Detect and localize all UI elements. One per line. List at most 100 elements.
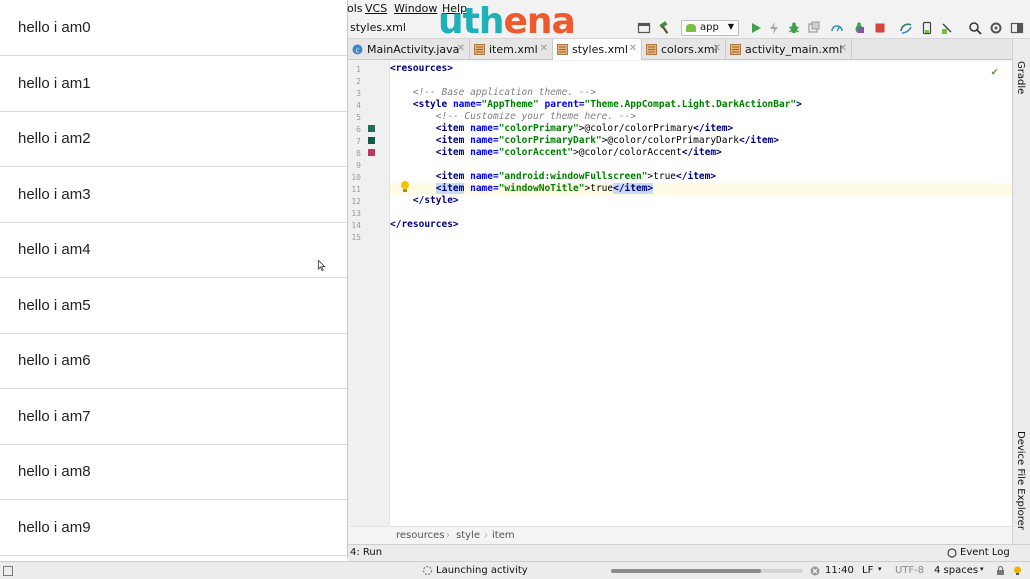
chevron-down-icon: ▾ <box>878 565 882 573</box>
list-item-text: hello i am2 <box>18 130 91 147</box>
menu-tools[interactable]: ols <box>347 2 363 15</box>
menu-vcs[interactable]: VCS <box>365 2 387 15</box>
cancel-task-icon[interactable] <box>810 566 820 576</box>
breadcrumb-separator: › <box>484 530 488 541</box>
line-number: 12 <box>351 197 361 206</box>
tab-label: colors.xml <box>661 43 718 56</box>
breadcrumb-item[interactable]: item <box>492 530 515 541</box>
code-line: <!-- Base application theme. --> <box>412 87 596 98</box>
tab-styles-xml[interactable]: styles.xml ✕ <box>553 39 642 60</box>
avd-manager-icon[interactable] <box>920 21 934 35</box>
close-icon[interactable]: ✕ <box>839 43 847 54</box>
color-accent-swatch[interactable] <box>368 149 375 156</box>
line-number: 2 <box>356 77 361 86</box>
editor-tab-bar: c MainActivity.java ✕ item.xml ✕ styles.… <box>348 39 1012 60</box>
file-encoding[interactable]: UTF-8 <box>895 565 924 576</box>
layout-panel-icon[interactable] <box>1010 21 1024 35</box>
run-config-select[interactable]: app ▼ <box>681 20 739 36</box>
sync-gradle-icon[interactable] <box>899 21 913 35</box>
coverage-icon[interactable] <box>852 21 866 35</box>
progress-fill <box>611 569 761 573</box>
lock-icon[interactable] <box>995 565 1006 576</box>
list-item[interactable]: hello i am7 <box>0 389 347 445</box>
line-number: 14 <box>351 221 361 230</box>
event-log-icon <box>947 548 957 558</box>
tab-mainactivity-java[interactable]: c MainActivity.java ✕ <box>348 39 470 60</box>
inspector-icon[interactable] <box>1012 565 1023 576</box>
list-item[interactable]: hello i am1 <box>0 56 347 112</box>
line-number: 9 <box>356 161 361 170</box>
list-item-text: hello i am1 <box>18 75 91 92</box>
tab-label: styles.xml <box>572 43 628 56</box>
breadcrumb-item[interactable]: style <box>456 530 480 541</box>
list-item[interactable]: hello i am0 <box>0 0 347 56</box>
background-task-label[interactable]: Launching activity <box>436 565 528 576</box>
code-editor[interactable]: 1 2 3 4 5 6 7 8 9 10 11 12 13 14 15 <res… <box>348 61 1012 526</box>
status-bar-left <box>0 561 348 579</box>
tab-item-xml[interactable]: item.xml ✕ <box>470 39 553 60</box>
chevron-down-icon: ▾ <box>980 565 984 573</box>
code-area[interactable]: <resources> <!-- Base application theme.… <box>390 61 1012 526</box>
layout-xml-icon <box>474 44 485 55</box>
line-number: 4 <box>356 101 361 110</box>
emulator-screen: hello i am0 hello i am1 hello i am2 hell… <box>0 0 348 558</box>
breadcrumb-item[interactable]: resources <box>396 530 444 541</box>
apply-changes-icon[interactable] <box>767 21 781 35</box>
close-icon[interactable]: ✕ <box>629 43 637 54</box>
list-item[interactable]: hello i am2 <box>0 111 347 167</box>
close-icon[interactable]: ✕ <box>457 43 465 54</box>
attach-debugger-icon[interactable] <box>807 21 821 35</box>
menu-window[interactable]: Window <box>394 2 437 15</box>
device-file-explorer-button[interactable]: Device File Explorer <box>1015 431 1026 530</box>
breadcrumb-separator: › <box>446 530 450 541</box>
list-item[interactable]: hello i am4 <box>0 222 347 278</box>
tab-colors-xml[interactable]: colors.xml ✕ <box>642 39 726 60</box>
hammer-build-icon[interactable] <box>658 21 672 35</box>
tab-label: item.xml <box>489 43 538 56</box>
window-icon[interactable] <box>637 21 651 35</box>
code-line: <item name="colorAccent">@color/colorAcc… <box>435 147 722 158</box>
search-icon[interactable] <box>968 21 982 35</box>
gradle-tool-button[interactable]: Gradle <box>1015 61 1026 94</box>
run-tool-button[interactable]: 4: Run <box>350 547 382 558</box>
line-number: 15 <box>351 233 361 242</box>
list-item-text: hello i am8 <box>18 463 91 480</box>
sdk-manager-icon[interactable] <box>940 21 954 35</box>
event-log-button[interactable]: Event Log <box>960 547 1010 558</box>
settings-icon[interactable] <box>989 21 1003 35</box>
tool-window-bar: 4: Run Event Log <box>348 544 1030 561</box>
code-line: <item name="colorPrimary">@color/colorPr… <box>435 123 734 134</box>
tab-label: activity_main.xml <box>745 43 843 56</box>
ide-window: ols VCS Window Help styles.xml app ▼ uth… <box>0 0 1030 579</box>
breadcrumb: resources › style › item <box>348 526 1012 544</box>
svg-text:c: c <box>356 46 360 54</box>
line-number: 3 <box>356 89 361 98</box>
color-primary-swatch[interactable] <box>368 125 375 132</box>
values-xml-icon <box>646 44 657 55</box>
line-separator[interactable]: LF <box>862 565 873 576</box>
list-item[interactable]: hello i am8 <box>0 444 347 500</box>
tool-windows-toggle-icon[interactable] <box>3 566 13 576</box>
profile-icon[interactable] <box>830 21 844 35</box>
run-icon[interactable] <box>749 21 763 35</box>
chevron-down-icon: ▼ <box>727 22 734 31</box>
list-item[interactable]: hello i am6 <box>0 333 347 389</box>
code-line: </resources> <box>390 219 459 230</box>
indent-setting[interactable]: 4 spaces <box>934 565 978 576</box>
stop-icon[interactable] <box>873 21 887 35</box>
tab-activity-main-xml[interactable]: activity_main.xml ✕ <box>726 39 852 60</box>
lightbulb-icon[interactable] <box>400 181 410 192</box>
line-number: 11 <box>351 185 361 194</box>
list-item-text: hello i am5 <box>18 297 91 314</box>
list-item[interactable]: hello i am5 <box>0 278 347 334</box>
code-line: </style> <box>412 195 459 206</box>
caret-position[interactable]: 11:40 <box>825 565 854 576</box>
nav-file-name[interactable]: styles.xml <box>350 21 406 34</box>
list-item[interactable]: hello i am9 <box>0 500 347 556</box>
close-icon[interactable]: ✕ <box>540 43 548 54</box>
list-item[interactable]: hello i am3 <box>0 167 347 223</box>
debug-icon[interactable] <box>787 21 801 35</box>
list-item-text: hello i am6 <box>18 352 91 369</box>
color-primary-dark-swatch[interactable] <box>368 137 375 144</box>
close-icon[interactable]: ✕ <box>713 43 721 54</box>
